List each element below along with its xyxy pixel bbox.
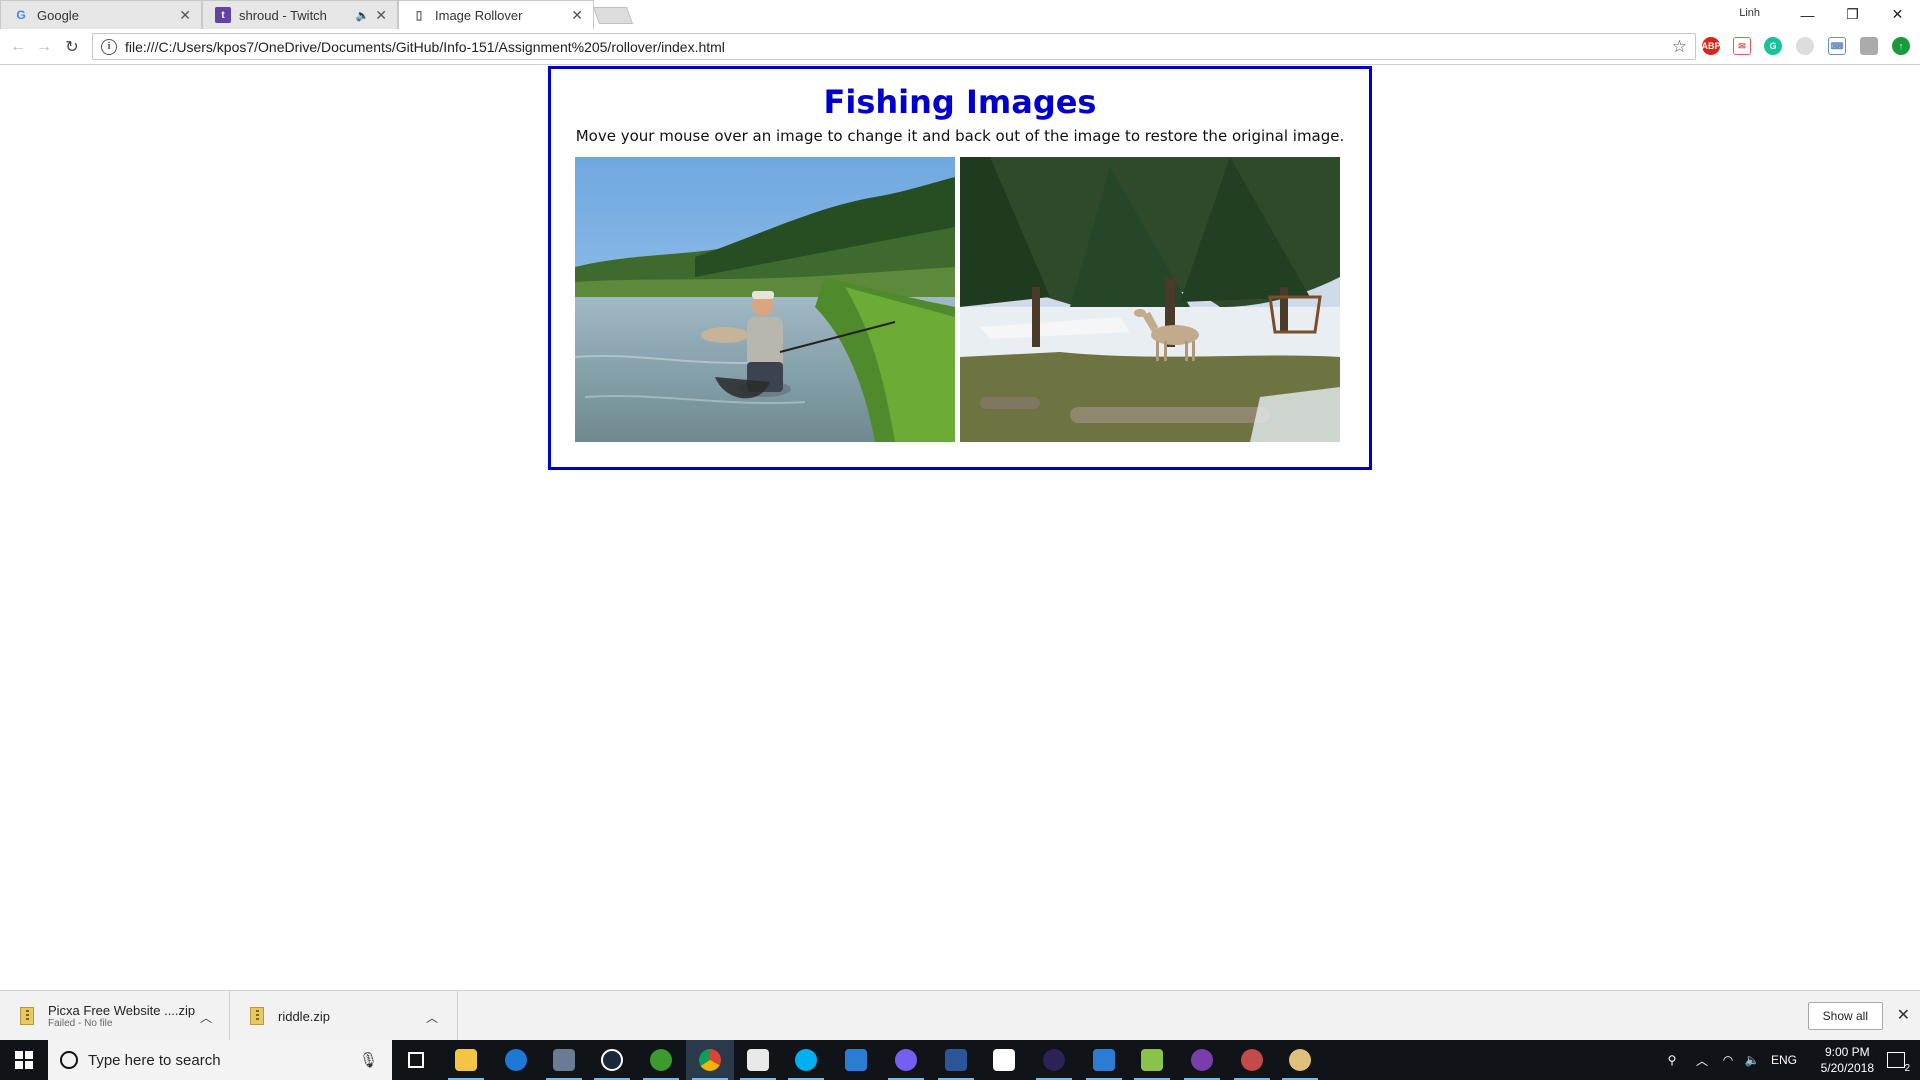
chevron-up-icon[interactable]: ︿ xyxy=(1688,1052,1716,1069)
search-placeholder: Type here to search xyxy=(88,1051,221,1069)
grammarly-icon[interactable]: G xyxy=(1764,37,1782,55)
photo-app-icon[interactable] xyxy=(540,1040,588,1080)
outlook-icon[interactable] xyxy=(1080,1040,1128,1080)
download-filename: Picxa Free Website ....zip xyxy=(48,1003,196,1018)
chevron-up-icon[interactable]: ︿ xyxy=(200,1009,212,1026)
edge-icon[interactable] xyxy=(492,1040,540,1080)
forward-icon[interactable]: → xyxy=(34,37,54,57)
google-icon: G xyxy=(16,8,26,22)
rollover-image-fishing[interactable] xyxy=(575,157,955,442)
info-icon[interactable]: i xyxy=(101,38,117,55)
windows-taskbar: Type here to search 🎙 ⚲ ︿ ◠ 🔈 ENG 9:00 P… xyxy=(0,1040,1920,1080)
audio-icon[interactable]: 🔈 xyxy=(356,9,370,22)
tab-twitch[interactable]: t shroud - Twitch 🔈 ✕ xyxy=(202,0,398,29)
tab-title: Google xyxy=(37,7,79,23)
download-bar: Picxa Free Website ....zip Failed - No f… xyxy=(0,990,1920,1041)
rollover-container: Fishing Images Move your mouse over an i… xyxy=(548,66,1372,470)
clock[interactable]: 9:00 PM 5/20/2018 xyxy=(1821,1044,1874,1076)
adblock-plus-icon[interactable]: ABP xyxy=(1702,37,1721,55)
windows-logo-icon xyxy=(15,1051,33,1069)
instructions-text: Move your mouse over an image to change … xyxy=(575,127,1345,145)
page-title: Fishing Images xyxy=(823,83,1097,121)
viber-icon[interactable] xyxy=(882,1040,930,1080)
notepad-icon[interactable] xyxy=(1128,1040,1176,1080)
back-icon[interactable]: ← xyxy=(8,37,28,57)
outlook-icon[interactable] xyxy=(832,1040,880,1080)
app-icon[interactable] xyxy=(1178,1040,1226,1080)
new-tab-button[interactable] xyxy=(592,7,634,24)
close-download-bar-icon[interactable]: ✕ xyxy=(1897,1005,1910,1025)
clock-time: 9:00 PM xyxy=(1824,1045,1870,1059)
window-controls: — ❐ ✕ xyxy=(1785,0,1920,29)
reload-icon[interactable]: ↻ xyxy=(62,37,82,57)
minimize-icon[interactable]: — xyxy=(1785,0,1830,29)
tab-google[interactable]: G Google ✕ xyxy=(0,0,202,29)
close-tab-icon[interactable]: ✕ xyxy=(571,7,583,24)
tab-image-rollover[interactable]: ▯ Image Rollover ✕ xyxy=(398,0,594,29)
address-bar[interactable]: i file:///C:/Users/kpos7/OneDrive/Docume… xyxy=(92,33,1696,60)
twitch-icon: t xyxy=(215,7,231,23)
close-tab-icon[interactable]: ✕ xyxy=(375,7,387,24)
file-explorer-icon[interactable] xyxy=(442,1040,490,1080)
url-text: file:///C:/Users/kpos7/OneDrive/Document… xyxy=(125,38,725,55)
rollover-image-deer[interactable] xyxy=(960,157,1340,442)
chevron-up-icon[interactable]: ︿ xyxy=(426,1009,438,1026)
download-item[interactable]: Picxa Free Website ....zip Failed - No f… xyxy=(0,991,230,1041)
cortana-icon xyxy=(60,1051,78,1069)
store-icon[interactable] xyxy=(980,1040,1028,1080)
paint-3d-icon[interactable] xyxy=(1276,1040,1324,1080)
page-content: Fishing Images Move your mouse over an i… xyxy=(0,66,1920,990)
extension-icon[interactable] xyxy=(1860,37,1878,55)
steam-icon[interactable] xyxy=(588,1040,636,1080)
system-tray: ⚲ ︿ ◠ 🔈 ENG xyxy=(1656,1040,1804,1080)
paint-icon[interactable] xyxy=(1228,1040,1276,1080)
download-item[interactable]: riddle.zip ︿ xyxy=(230,991,458,1041)
clock-date: 5/20/2018 xyxy=(1820,1061,1874,1075)
language-indicator[interactable]: ENG xyxy=(1764,1053,1804,1067)
close-window-icon[interactable]: ✕ xyxy=(1875,0,1920,29)
volume-icon[interactable]: 🔈 xyxy=(1740,1053,1764,1067)
restore-icon[interactable]: ❐ xyxy=(1830,0,1875,29)
windows-start-button[interactable] xyxy=(0,1040,48,1080)
notification-count: 2 xyxy=(1904,1063,1910,1074)
microphone-icon[interactable]: 🎙 xyxy=(359,1051,378,1069)
download-filename: riddle.zip xyxy=(278,1008,331,1024)
word-icon[interactable] xyxy=(932,1040,980,1080)
extension-icon[interactable] xyxy=(1796,37,1814,55)
browser-toolbar: ← → ↻ i file:///C:/Users/kpos7/OneDrive/… xyxy=(0,29,1920,65)
pdf-icon[interactable]: ✉ xyxy=(1733,37,1751,55)
eclipse-icon[interactable] xyxy=(1030,1040,1078,1080)
xbox-icon[interactable] xyxy=(637,1040,685,1080)
skype-icon[interactable] xyxy=(782,1040,830,1080)
task-view-icon[interactable] xyxy=(392,1040,440,1080)
wifi-icon[interactable]: ◠ xyxy=(1716,1053,1740,1067)
bookmark-star-icon[interactable]: ☆ xyxy=(1672,37,1687,57)
taskbar-search-input[interactable]: Type here to search 🎙 xyxy=(48,1040,392,1080)
download-status: Failed - No file xyxy=(48,1018,113,1029)
zip-file-icon xyxy=(20,1007,34,1025)
action-center-icon[interactable]: 2 xyxy=(1872,1040,1920,1080)
zip-file-icon xyxy=(250,1007,264,1025)
update-icon[interactable]: ↑ xyxy=(1892,37,1910,55)
profile-name[interactable]: Linh xyxy=(1739,7,1760,19)
close-tab-icon[interactable]: ✕ xyxy=(179,7,191,24)
tab-strip: G Google ✕ t shroud - Twitch 🔈 ✕ ▯ Image… xyxy=(0,0,1920,29)
people-icon[interactable]: ⚲ xyxy=(1656,1053,1688,1067)
page-icon: ▯ xyxy=(415,8,423,22)
tab-title: shroud - Twitch xyxy=(239,7,327,23)
mail-icon[interactable] xyxy=(734,1040,782,1080)
keyboard-icon[interactable]: ⌨ xyxy=(1828,37,1846,55)
show-all-downloads-button[interactable]: Show all xyxy=(1807,1002,1883,1030)
tab-title: Image Rollover xyxy=(435,7,523,23)
chrome-icon[interactable] xyxy=(686,1040,734,1080)
